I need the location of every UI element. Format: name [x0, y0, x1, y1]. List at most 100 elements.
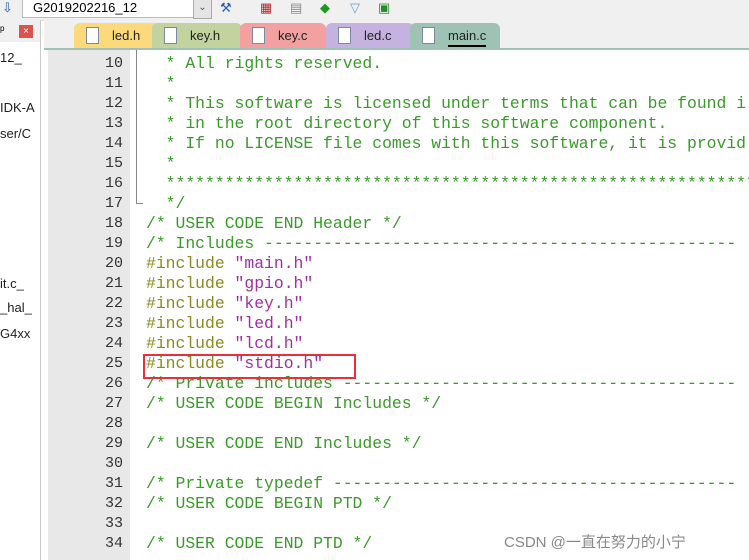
code-line: #include "gpio.h" [146, 274, 313, 294]
close-icon[interactable]: × [19, 25, 33, 38]
options-icon[interactable]: ▦ [260, 0, 272, 16]
project-panel: ᵖ × _12 IDK-A ser/C _it.c _hal_ G4xx [0, 20, 41, 560]
code-token: #include [146, 274, 235, 293]
line-number: 16 [104, 175, 123, 192]
code-token: "led.h" [234, 314, 304, 333]
code-token: /* USER CODE END Includes */ [146, 434, 422, 453]
line-number: 32 [104, 495, 123, 512]
code-token: #include [146, 334, 235, 353]
code-line: * If no LICENSE file comes with this sof… [146, 134, 746, 154]
code-token: */ [146, 194, 186, 213]
code-token: * This software is licensed under terms … [146, 94, 746, 113]
line-number: 19 [104, 235, 123, 252]
code-editor[interactable]: 10 * All rights reserved. 11 * 12 * This s… [44, 50, 749, 560]
tab-label: led.c [364, 28, 392, 43]
line-number: 23 [104, 315, 123, 332]
layers-icon[interactable]: ▤ [290, 0, 302, 16]
line-number: 31 [104, 475, 123, 492]
tab-led-c[interactable]: led.c [326, 23, 414, 48]
line-number: 13 [104, 115, 123, 132]
tree-item[interactable]: _it.c [0, 276, 38, 291]
dropdown-chevron-icon[interactable]: ⌄ [193, 0, 212, 19]
tree-item[interactable]: _hal_ [0, 300, 38, 315]
line-number: 22 [104, 295, 123, 312]
tab-key-c[interactable]: key.c [240, 23, 326, 48]
code-line: #include "lcd.h" [146, 334, 303, 354]
code-token: /* USER CODE BEGIN PTD */ [146, 494, 392, 513]
line-number: 25 [104, 355, 123, 372]
watermark: CSDN @一直在努力的小宁 [504, 534, 686, 551]
line-number: 20 [104, 255, 123, 272]
manage-components-icon[interactable]: ⚒ [220, 0, 232, 16]
code-token: /* USER CODE BEGIN Includes */ [146, 394, 442, 413]
tree-item[interactable]: G4xx [0, 326, 38, 341]
line-number: 29 [104, 435, 123, 452]
line-number: 24 [104, 335, 123, 352]
code-line: #include "main.h" [146, 254, 313, 274]
code-token: /* USER CODE END Header */ [146, 214, 402, 233]
code-line: * [146, 154, 176, 174]
line-number: 33 [104, 515, 123, 532]
tab-label: main.c [448, 27, 487, 47]
file-icon [338, 27, 351, 44]
file-icon [422, 27, 435, 44]
line-number: 12 [104, 95, 123, 112]
code-line: ****************************************… [146, 174, 749, 194]
code-token: "key.h" [234, 294, 304, 313]
line-number: 26 [104, 375, 123, 392]
code-line: * in the root directory of this software… [146, 114, 668, 134]
tab-label: key.c [278, 28, 308, 43]
line-number: 14 [104, 135, 123, 152]
code-token: * in the root directory of this software… [146, 114, 668, 133]
code-token: #include [146, 314, 235, 333]
project-combo[interactable]: G2019202216_12 [22, 0, 212, 18]
tab-label: led.h [112, 28, 141, 43]
code-line: #include "led.h" [146, 314, 303, 334]
tree-item[interactable]: _12 [0, 50, 38, 65]
line-number: 34 [104, 535, 123, 552]
code-token: /* Includes ----------------------------… [146, 234, 737, 253]
code-line: /* USER CODE END PTD */ [146, 534, 372, 554]
code-line: #include "key.h" [146, 294, 303, 314]
code-line: /* USER CODE END Includes */ [146, 434, 421, 454]
code-line: /* USER CODE END Header */ [146, 214, 402, 234]
code-line: * This software is licensed under terms … [146, 94, 746, 114]
code-token: "main.h" [234, 254, 314, 273]
fold-marker[interactable] [136, 50, 143, 204]
code-token: * If no LICENSE file comes with this sof… [146, 134, 746, 153]
code-token: #include [146, 294, 235, 313]
line-number: 27 [104, 395, 123, 412]
code-line: /* Includes ----------------------------… [146, 234, 736, 254]
pin-icon[interactable]: ᵖ [0, 23, 5, 37]
tab-key-h[interactable]: key.h [152, 23, 242, 48]
code-line: */ [146, 194, 186, 214]
line-number: 17 [104, 195, 123, 212]
code-token: * All rights reserved. [146, 54, 383, 73]
tree-item[interactable]: ser/C [0, 126, 38, 141]
tab-main-c[interactable]: main.c [410, 23, 500, 48]
filter-icon[interactable]: ▽ [350, 0, 360, 16]
code-token: /* USER CODE END PTD */ [146, 534, 373, 553]
arrow-down-icon[interactable]: ⇩ [2, 0, 13, 16]
toolbar: ⇩ G2019202216_12 ⌄ ⚒ ▦ ▤ ◆ ▽ ▣ [0, 0, 749, 21]
file-icon [164, 27, 177, 44]
code-line: /* USER CODE BEGIN Includes */ [146, 394, 441, 414]
tab-label: key.h [190, 28, 221, 43]
highlight-box [143, 354, 356, 379]
line-number: 15 [104, 155, 123, 172]
line-number: 18 [104, 215, 123, 232]
run-icon[interactable]: ◆ [320, 0, 330, 16]
code-token: "lcd.h" [234, 334, 304, 353]
code-token: * [146, 74, 176, 93]
line-number: 28 [104, 415, 123, 432]
line-number: 11 [104, 75, 123, 92]
file-tabs: led.h key.h key.c led.c main.c [44, 20, 749, 50]
code-token: #include [146, 254, 235, 273]
batch-icon[interactable]: ▣ [378, 0, 390, 16]
code-token: "gpio.h" [234, 274, 314, 293]
file-icon [86, 27, 99, 44]
panel-header: ᵖ × [0, 20, 40, 42]
code-token: /* Private typedef ---------------------… [146, 474, 737, 493]
tree-item[interactable]: IDK-A [0, 100, 38, 115]
code-token: ****************************************… [146, 174, 749, 193]
